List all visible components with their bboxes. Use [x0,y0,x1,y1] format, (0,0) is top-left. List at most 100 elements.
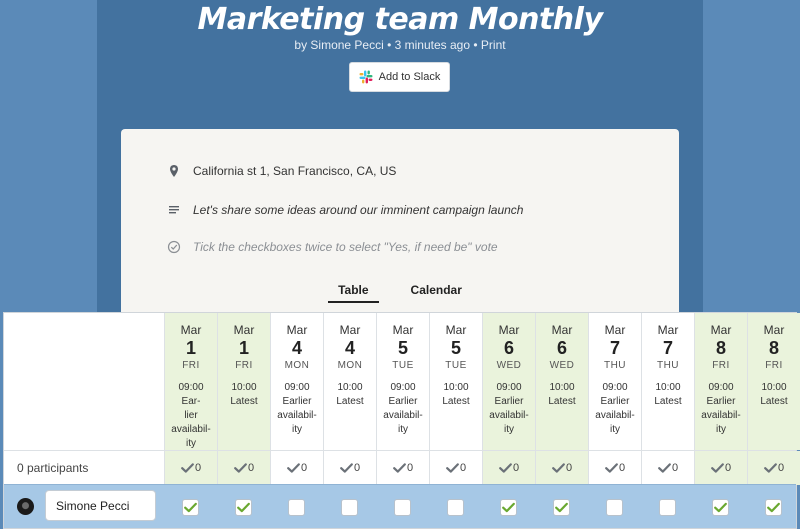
poll-details-card: California st 1, San Francisco, CA, US L… [121,129,679,329]
participant-count-label: 0 participants [17,461,89,475]
vote-checkbox[interactable] [394,498,411,516]
date-option-column: Mar 1 FRI 09:00 Ear-lier availabil-ity [164,313,217,450]
vote-checkbox[interactable] [606,498,623,516]
vote-count-cell: 0 [588,451,641,485]
byline-separator: • [383,38,395,52]
vote-checkbox[interactable] [235,498,252,516]
check-icon [499,463,512,473]
vote-checkbox[interactable] [712,498,729,516]
print-link[interactable]: Print [481,38,506,52]
hint-text: Tick the checkboxes twice to select "Yes… [193,240,498,254]
description-row: Let's share some ideas around our immine… [167,203,523,217]
vote-count: 0 [300,462,308,474]
option-time: 09:00 Ear-lier availabil-ity [171,382,211,449]
avatar [17,498,34,515]
option-month: Mar [339,323,361,337]
participant-name-input[interactable] [45,490,156,521]
option-time: 09:00 Earlier availabil-ity [595,382,635,435]
vote-count-cell: 0 [323,451,376,485]
option-time: 10:00 Latest [442,382,470,407]
date-option-column: Mar 8 FRI 10:00 Latest [747,313,800,450]
option-day: 1 [185,338,196,358]
option-time: 10:00 Latest [548,382,576,407]
check-icon [181,463,194,473]
option-day: 5 [450,338,461,358]
vote-checkbox[interactable] [288,498,305,516]
date-option-column: Mar 6 WED 09:00 Earlier availabil-ity [482,313,535,450]
vote-checkbox[interactable] [553,498,570,516]
vote-checkbox[interactable] [447,498,464,516]
add-to-slack-button[interactable]: Add to Slack [349,62,450,92]
vote-count-cell: 0 [482,451,535,485]
option-weekday: MON [284,360,310,371]
option-weekday: TUE [445,360,467,371]
vote-count: 0 [565,462,573,474]
vote-checkbox[interactable] [341,498,358,516]
vote-checkbox-cell [270,485,323,529]
vote-count: 0 [671,462,679,474]
vote-count: 0 [247,462,255,474]
hint-row: Tick the checkboxes twice to select "Yes… [167,240,498,254]
checkmark-icon [502,502,515,512]
option-time: 10:00 Latest [230,382,258,407]
option-time: 09:00 Earlier availabil-ity [383,382,423,435]
vote-count: 0 [724,462,732,474]
vote-checkbox[interactable] [659,498,676,516]
location-row: California st 1, San Francisco, CA, US [167,164,396,178]
description-text: Let's share some ideas around our immine… [193,203,524,217]
byline-time: 3 minutes ago [394,38,471,52]
option-month: Mar [604,323,626,337]
option-day: 8 [715,338,726,358]
option-day: 4 [344,338,355,358]
vote-checkbox-cell [323,485,376,529]
option-time: 09:00 Earlier availabil-ity [489,382,529,435]
date-option-column: Mar 7 THU 10:00 Latest [641,313,694,450]
vote-checkbox[interactable] [500,498,517,516]
checkmark-icon [555,502,568,512]
option-month: Mar [763,323,785,337]
tab-table[interactable]: Table [328,281,379,303]
vote-checkbox-cell [694,485,747,529]
vote-checkbox-cell [482,485,535,529]
vote-count: 0 [353,462,361,474]
check-icon [711,463,724,473]
option-time: 09:00 Earlier availabil-ity [277,382,317,435]
date-option-column: Mar 8 FRI 09:00 Earlier availabil-ity [694,313,747,450]
option-month: Mar [551,323,573,337]
option-month: Mar [498,323,520,337]
date-option-column: Mar 4 MON 09:00 Earlier availabil-ity [270,313,323,450]
option-weekday: WED [549,360,575,371]
option-month: Mar [286,323,308,337]
vote-count-cell: 0 [641,451,694,485]
vote-checkbox-cell [217,485,270,529]
option-weekday: FRI [712,360,730,371]
vote-count-cell: 0 [164,451,217,485]
check-icon [393,463,406,473]
vote-checkbox[interactable] [182,498,199,516]
option-weekday: THU [656,360,680,371]
add-to-slack-label: Add to Slack [378,71,441,83]
checkmark-icon [184,502,197,512]
participant-count-row: 0 participants 0 0 0 0 0 0 0 0 0 0 0 0 [4,450,800,485]
poll-title: Marketing team Monthly [197,2,603,37]
vote-checkbox-cell [535,485,588,529]
option-time: 10:00 Latest [336,382,364,407]
option-day: 6 [556,338,567,358]
vote-checkbox-cell [747,485,800,529]
vote-count-cell: 0 [535,451,588,485]
option-month: Mar [392,323,414,337]
option-weekday: FRI [235,360,253,371]
vote-count: 0 [512,462,520,474]
option-weekday: MON [337,360,363,371]
vote-count-cell: 0 [217,451,270,485]
vote-checkbox-cell [429,485,482,529]
option-day: 6 [503,338,514,358]
option-day: 7 [609,338,620,358]
option-month: Mar [180,323,202,337]
vote-checkbox[interactable] [765,498,782,516]
check-icon [340,463,353,473]
tab-calendar[interactable]: Calendar [401,281,472,303]
date-option-column: Mar 4 MON 10:00 Latest [323,313,376,450]
vote-count-cell: 0 [270,451,323,485]
vote-checkbox-cell [164,485,217,529]
